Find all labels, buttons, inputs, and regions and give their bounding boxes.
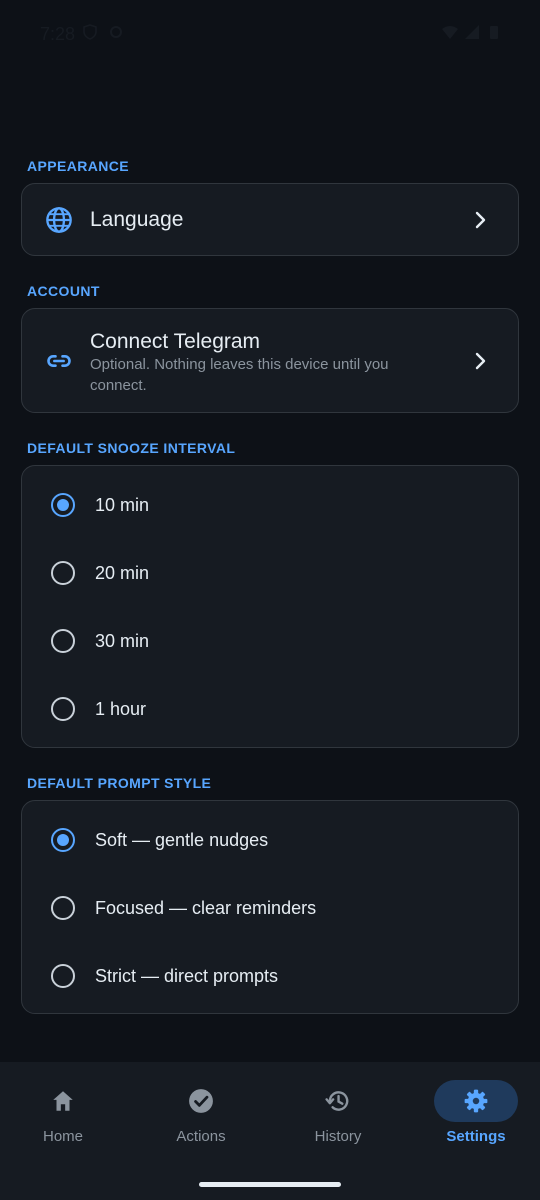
status-right-icons bbox=[442, 24, 502, 40]
prompt-style-option-label: Soft — gentle nudges bbox=[95, 829, 269, 850]
snooze-section-title: DEFAULT SNOOZE INTERVAL bbox=[27, 440, 236, 456]
snooze-option-20-min[interactable]: 20 min bbox=[22, 539, 518, 607]
snooze-option-1-hour[interactable]: 1 hour bbox=[22, 675, 518, 743]
home-icon bbox=[53, 1091, 73, 1111]
radio-unselected-icon[interactable] bbox=[51, 964, 75, 988]
snooze-option-label: 30 min bbox=[95, 630, 150, 651]
radio-unselected-icon[interactable] bbox=[51, 629, 75, 653]
telegram-subtitle: Optional. Nothing leaves this device unt… bbox=[90, 356, 389, 394]
bottom-navigation: Home Actions History Settings bbox=[0, 1062, 540, 1200]
telegram-text: Connect Telegram Optional. Nothing leave… bbox=[90, 330, 430, 396]
prompt-style-options-card: Soft — gentle nudges Focused — clear rem… bbox=[21, 800, 519, 1014]
chevron-right-icon bbox=[475, 352, 486, 370]
radio-selected-icon[interactable] bbox=[51, 828, 75, 852]
snooze-options-card: 10 min 20 min 30 min 1 hour bbox=[21, 465, 519, 748]
language-row[interactable]: Language bbox=[21, 183, 519, 256]
nav-actions[interactable]: Actions bbox=[146, 1080, 256, 1154]
signal-icon bbox=[465, 25, 479, 39]
nav-label: Actions bbox=[176, 1128, 226, 1145]
nav-home[interactable]: Home bbox=[8, 1080, 118, 1154]
home-indicator[interactable] bbox=[199, 1182, 341, 1187]
telegram-title: Connect Telegram bbox=[90, 330, 261, 353]
gear-icon bbox=[464, 1089, 488, 1113]
prompt-style-option-focused[interactable]: Focused — clear reminders bbox=[22, 874, 518, 942]
link-icon bbox=[44, 346, 74, 376]
nav-label: Settings bbox=[446, 1128, 506, 1145]
snooze-option-30-min[interactable]: 30 min bbox=[22, 607, 518, 675]
language-label: Language bbox=[90, 208, 184, 231]
prompt-style-section-title: DEFAULT PROMPT STYLE bbox=[27, 775, 212, 791]
wifi-icon bbox=[442, 26, 458, 39]
snooze-option-label: 20 min bbox=[95, 562, 150, 583]
status-time: 7:28 bbox=[40, 24, 76, 44]
shield-icon bbox=[83, 24, 97, 40]
status-bar: 7:28 bbox=[0, 0, 540, 68]
settings-status-icon bbox=[110, 26, 122, 38]
snooze-option-10-min[interactable]: 10 min bbox=[22, 471, 518, 539]
prompt-style-option-label: Focused — clear reminders bbox=[95, 897, 317, 918]
radio-unselected-icon[interactable] bbox=[51, 561, 75, 585]
snooze-option-label: 1 hour bbox=[95, 698, 147, 719]
prompt-style-option-soft[interactable]: Soft — gentle nudges bbox=[22, 806, 518, 874]
history-icon bbox=[325, 1091, 349, 1111]
nav-label: Home bbox=[42, 1128, 83, 1145]
snooze-option-label: 10 min bbox=[95, 494, 150, 515]
prompt-style-option-strict[interactable]: Strict — direct prompts bbox=[22, 942, 518, 1010]
prompt-style-option-label: Strict — direct prompts bbox=[95, 965, 279, 986]
check-circle-icon bbox=[189, 1089, 213, 1113]
battery-icon bbox=[490, 26, 498, 39]
appearance-section-title: APPEARANCE bbox=[27, 158, 130, 174]
chevron-right-icon bbox=[475, 211, 486, 229]
status-left-icons bbox=[82, 24, 124, 40]
radio-unselected-icon[interactable] bbox=[51, 896, 75, 920]
globe-icon bbox=[44, 205, 74, 235]
nav-settings[interactable]: Settings bbox=[421, 1080, 531, 1154]
nav-history[interactable]: History bbox=[283, 1080, 393, 1154]
account-section-title: ACCOUNT bbox=[27, 283, 100, 299]
nav-label: History bbox=[314, 1128, 362, 1145]
connect-telegram-row[interactable]: Connect Telegram Optional. Nothing leave… bbox=[21, 308, 519, 413]
radio-selected-icon[interactable] bbox=[51, 493, 75, 517]
radio-unselected-icon[interactable] bbox=[51, 697, 75, 721]
